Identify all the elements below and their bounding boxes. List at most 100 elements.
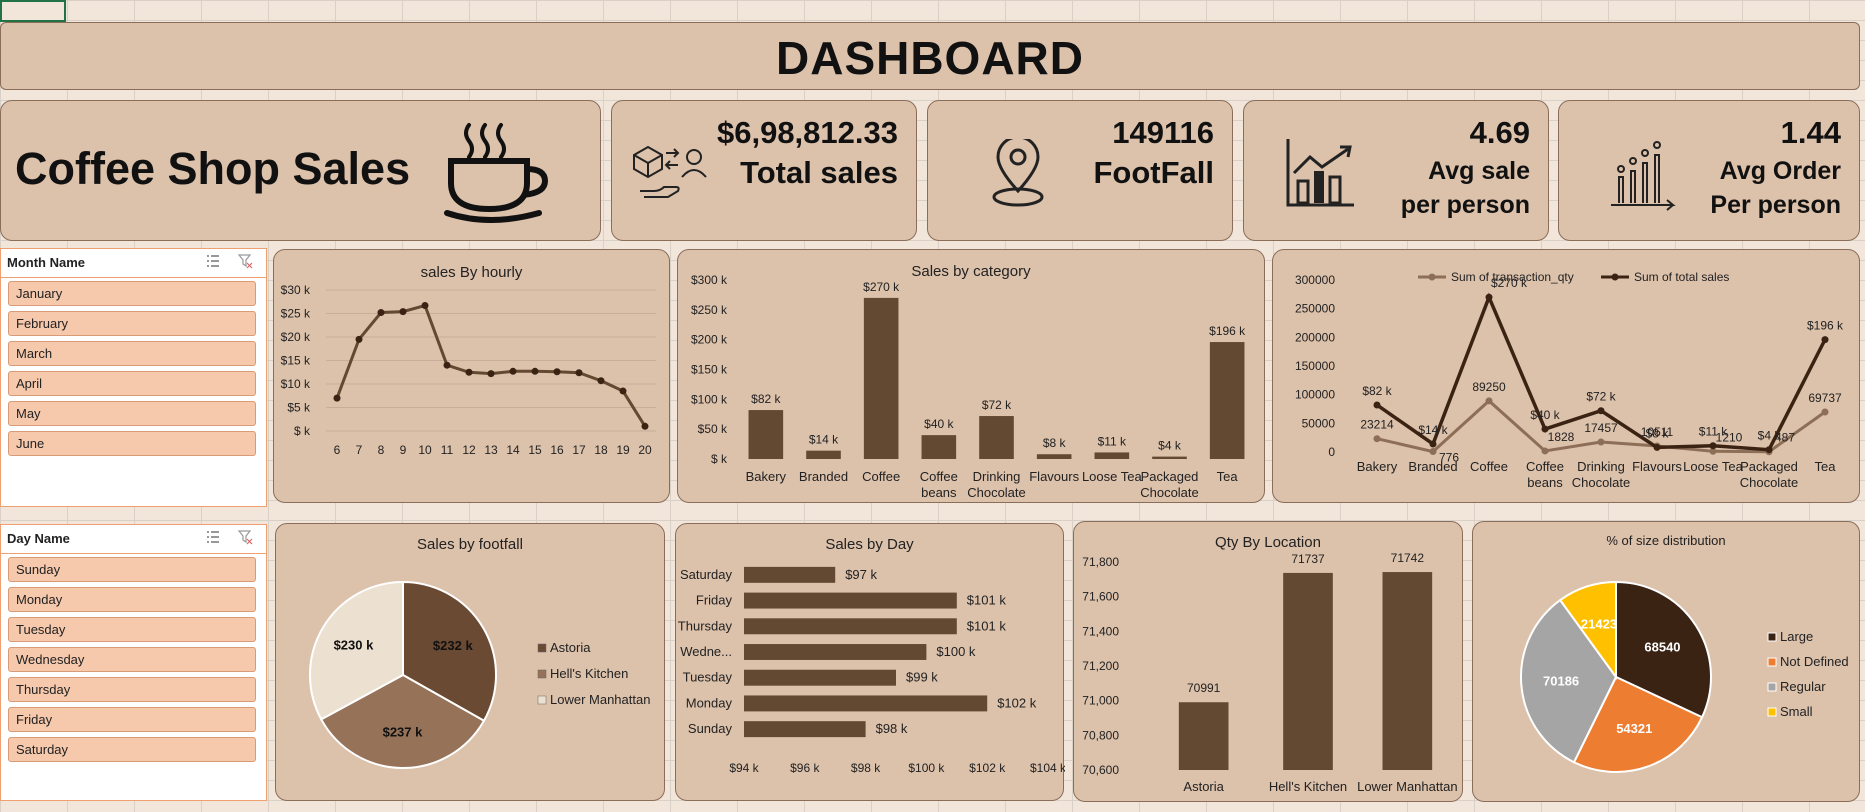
slicer-item-friday[interactable]: Friday (8, 707, 256, 732)
y-tick-label: $10 k (281, 377, 311, 391)
category-label: Chocolate (967, 485, 1026, 500)
footfall-label: FootFall (1093, 155, 1214, 190)
bar-astoria (1178, 702, 1229, 770)
x-tick-label: 9 (400, 443, 407, 457)
month-slicer[interactable]: Month Name January February March April … (0, 248, 267, 507)
sales-by-footfall-pie-chart: $232 k $237 k $230 k Astoria Hell's Kitchen L… (309, 580, 650, 769)
bar-tuesday (744, 669, 896, 686)
category-label: Coffee (1470, 459, 1508, 474)
y-tick-label: $100 k (691, 392, 728, 406)
data-label: $72 k (1586, 390, 1616, 404)
data-label: 89250 (1472, 380, 1506, 394)
y-tick-label: $20 k (281, 330, 311, 344)
y-tick-label: 71,400 (1082, 624, 1119, 638)
y-tick-label: 70,800 (1082, 728, 1119, 742)
legend-swatch (537, 669, 547, 679)
category-label: Saturday (680, 567, 733, 582)
hourly-point-8 (377, 309, 385, 317)
data-label: $14 k (1418, 423, 1448, 437)
legend-label: Regular (1780, 679, 1826, 694)
category-label: Friday (696, 593, 733, 608)
slicer-item-april[interactable]: April (8, 371, 256, 396)
y-tick-label: 250000 (1295, 302, 1335, 316)
category-label: Loose Tea (1082, 469, 1143, 484)
data-label: 17457 (1584, 421, 1618, 435)
hourly-point-17 (575, 369, 583, 377)
data-label: 1828 (1548, 430, 1575, 444)
slicer-item-saturday[interactable]: Saturday (8, 737, 256, 762)
slicer-item-may[interactable]: May (8, 401, 256, 426)
bar-coffee (863, 297, 899, 459)
legend-label: Hell's Kitchen (550, 666, 628, 681)
category-label: Branded (1408, 459, 1457, 474)
clear-filter-icon[interactable] (237, 529, 253, 545)
clear-filter-icon[interactable] (237, 253, 253, 269)
hourly-chart-panel: sales By hourly $30 k $25 k $20 k $15 k $10 … (273, 249, 670, 503)
x-tick-label: 10 (418, 443, 432, 457)
multi-select-icon[interactable] (205, 529, 221, 545)
series-point (1485, 293, 1493, 301)
bar-sunday (744, 721, 866, 738)
category-label: Packaged (1740, 459, 1798, 474)
slicer-item-march[interactable]: March (8, 341, 256, 366)
data-label: $102 k (997, 695, 1037, 710)
slicer-item-february[interactable]: February (8, 311, 256, 336)
series-point (1541, 425, 1549, 433)
slice-label: $230 k (334, 637, 375, 652)
category-label: Coffee (920, 469, 958, 484)
category-label: Tea (1815, 459, 1837, 474)
legend-marker (1611, 273, 1619, 281)
data-label: $101 k (967, 593, 1007, 608)
x-tick-label: $96 k (790, 761, 820, 775)
x-tick-label: $94 k (729, 761, 759, 775)
bar-flavours (1036, 454, 1072, 459)
multi-select-icon[interactable] (205, 253, 221, 269)
x-tick-label: $102 k (969, 761, 1006, 775)
data-label: $4 k (1758, 429, 1782, 443)
slicer-item-thursday[interactable]: Thursday (8, 677, 256, 702)
category-label: Drinking (1577, 459, 1625, 474)
x-tick-label: 6 (334, 443, 341, 457)
slicer-item-june[interactable]: June (8, 431, 256, 456)
y-tick-label: 71,600 (1082, 590, 1119, 604)
series-point (1429, 440, 1437, 448)
slicer-item-wednesday[interactable]: Wednesday (8, 647, 256, 672)
category-label: beans (921, 485, 957, 500)
y-tick-label: 71,000 (1082, 694, 1119, 708)
size-distribution-pie-chart: 68540 54321 70186 21423 Large Not Defined Regu… (1520, 580, 1849, 773)
slicer-item-monday[interactable]: Monday (8, 587, 256, 612)
kpi-shop-title-card: Coffee Shop Sales (0, 100, 601, 241)
bar-thursday (744, 618, 957, 635)
hourly-point-6 (333, 394, 341, 402)
series-point (1597, 438, 1605, 446)
slicer-item-sunday[interactable]: Sunday (8, 557, 256, 582)
y-tick-label: 300000 (1295, 273, 1335, 287)
series-point (1709, 442, 1717, 450)
slicer-item-tuesday[interactable]: Tuesday (8, 617, 256, 642)
day-slicer[interactable]: Day Name Sunday Monday Tuesday Wednesday… (0, 524, 267, 801)
hourly-point-16 (553, 368, 561, 376)
data-label: $270 k (1491, 276, 1528, 290)
x-tick-label: 18 (594, 443, 608, 457)
slicer-item-january[interactable]: January (8, 281, 256, 306)
hourly-point-13 (487, 370, 495, 378)
sales-by-day-bar-chart: Saturday $97 k Friday $101 k Thursday $101 k W… (678, 566, 1065, 775)
bar-coffee-beans (921, 435, 957, 459)
avg-order-label-line1: Avg Order (1719, 157, 1841, 185)
category-label: Loose Tea (1683, 459, 1744, 474)
x-tick-label: 19 (616, 443, 630, 457)
series-point (1821, 336, 1829, 344)
hourly-point-7 (355, 335, 363, 343)
bar-hell-s-kitchen (1283, 572, 1333, 770)
y-tick-label: 71,200 (1082, 659, 1119, 673)
active-cell-selector[interactable] (0, 0, 66, 22)
growth-chart-icon (1611, 141, 1676, 211)
hourly-sales-line (335, 303, 647, 428)
y-tick-label: $ k (711, 452, 728, 466)
series-point (1765, 446, 1773, 454)
series-point (1597, 407, 1605, 415)
bar-saturday (744, 566, 836, 583)
y-tick-label: 50000 (1302, 416, 1336, 430)
hourly-point-19 (619, 387, 627, 395)
y-tick-label: $ k (294, 424, 311, 438)
